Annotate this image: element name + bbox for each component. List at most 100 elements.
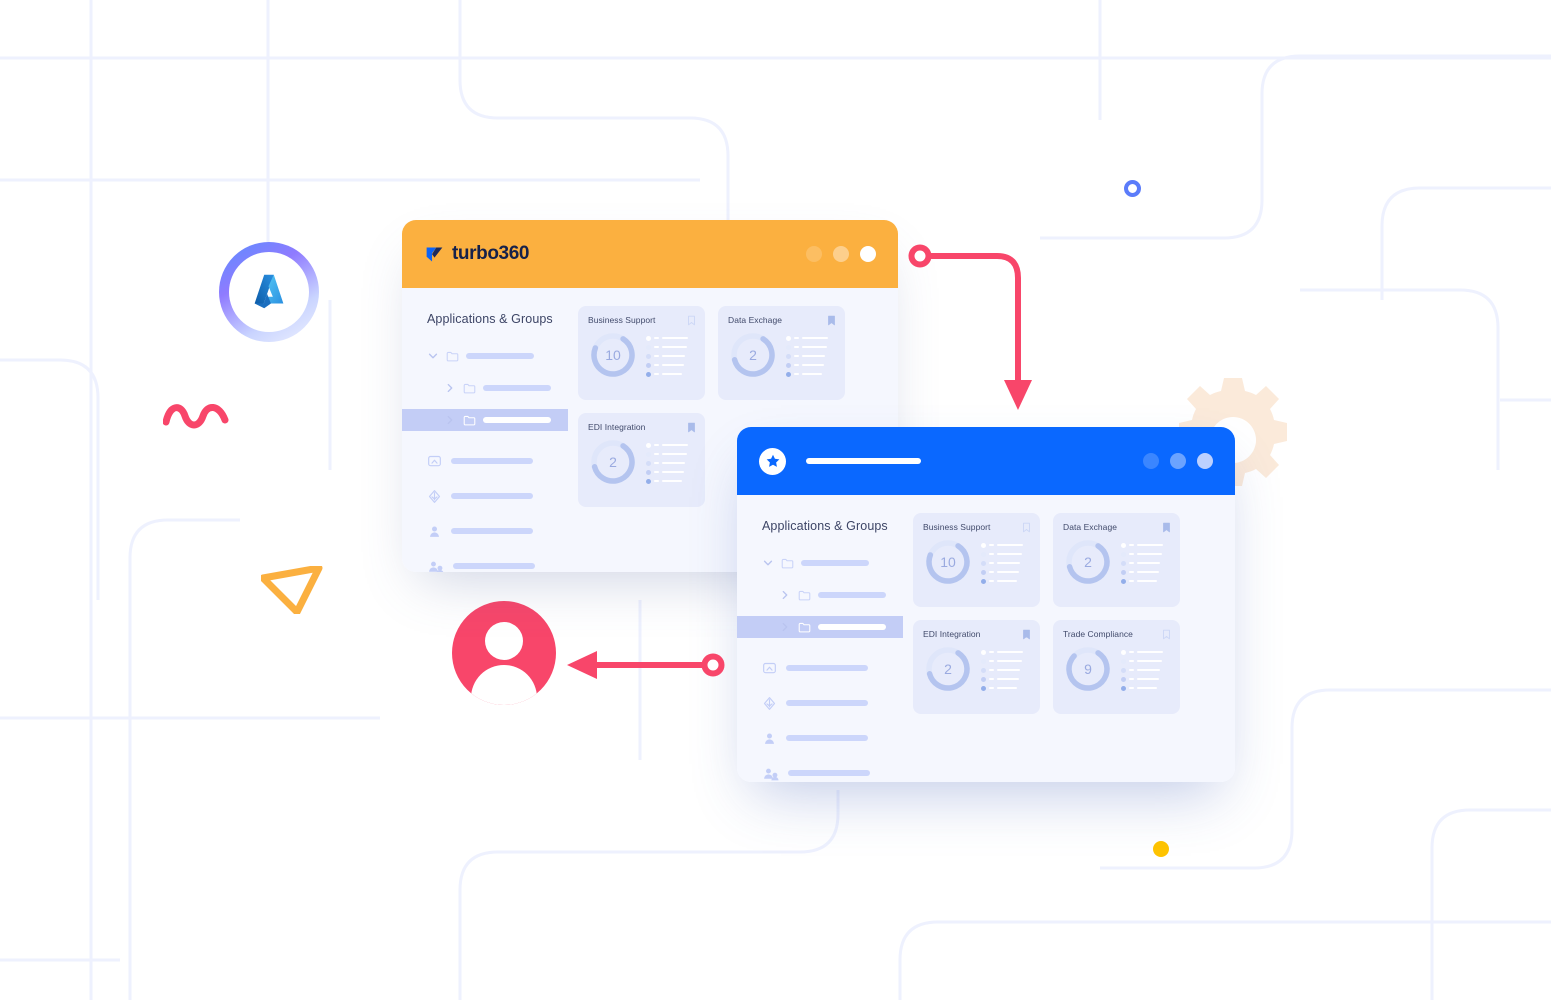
legend-dash	[1129, 571, 1134, 573]
app-card[interactable]: Business Support 10	[913, 513, 1040, 607]
monitor-icon[interactable]	[762, 661, 777, 676]
folder-icon[interactable]	[798, 589, 811, 602]
legend-dot	[981, 649, 986, 655]
bookmark-outline-icon[interactable]	[1022, 522, 1031, 533]
app-card[interactable]: EDI Integration 2	[913, 620, 1040, 714]
app-card[interactable]: EDI Integration 2	[578, 413, 705, 507]
sidebar-tree-item-active[interactable]	[402, 409, 568, 431]
window-dot-2[interactable]	[833, 246, 849, 262]
legend-dot	[981, 542, 986, 548]
connector-arrow-left	[567, 651, 725, 679]
legend-dot	[646, 442, 651, 448]
legend-row	[786, 362, 828, 368]
sidebar-item-monitor[interactable]	[402, 451, 568, 471]
legend-row	[1121, 569, 1163, 575]
sidebar-tree-item[interactable]	[737, 552, 903, 574]
window-dot-1[interactable]	[1143, 453, 1159, 469]
app-card[interactable]: Data Exchage 2	[718, 306, 845, 400]
chevron-down-icon[interactable]	[762, 557, 774, 569]
app-card[interactable]: Data Exchage 2	[1053, 513, 1180, 607]
tree-item-label-stub	[818, 624, 886, 630]
card-bookmark-button[interactable]	[1022, 629, 1031, 640]
legend-bar	[662, 470, 684, 474]
sidebar-tree-item-active[interactable]	[737, 616, 903, 638]
app-card[interactable]: Business Support 10	[578, 306, 705, 400]
legend-row	[786, 344, 828, 350]
card-bookmark-button[interactable]	[687, 422, 696, 433]
sidebar-item-user-group[interactable]	[737, 763, 903, 782]
window-controls[interactable]	[806, 246, 876, 262]
user-icon[interactable]	[427, 524, 442, 539]
folder-icon[interactable]	[781, 557, 794, 570]
sidebar-tree-item[interactable]	[402, 345, 568, 367]
legend-dot	[981, 685, 986, 691]
legend-bar	[1137, 686, 1157, 690]
window-controls[interactable]	[1143, 453, 1213, 469]
sidebar-item-azure-diamond[interactable]	[402, 486, 568, 506]
user-group-icon[interactable]	[427, 559, 444, 573]
user-icon[interactable]	[762, 731, 777, 746]
bookmark-filled-icon[interactable]	[1162, 522, 1171, 533]
sidebar-tree-item[interactable]	[402, 377, 568, 399]
card-donut: 9	[1063, 644, 1113, 694]
bookmark-outline-icon[interactable]	[687, 315, 696, 326]
legend-bar	[802, 372, 822, 376]
legend-row	[646, 451, 688, 457]
card-donut: 2	[923, 644, 973, 694]
user-group-icon[interactable]	[762, 766, 779, 781]
bookmark-filled-icon[interactable]	[687, 422, 696, 433]
card-title: EDI Integration	[588, 422, 646, 432]
sidebar-item-monitor[interactable]	[737, 658, 903, 678]
chevron-right-icon[interactable]	[444, 382, 456, 394]
folder-icon[interactable]	[798, 621, 811, 634]
folder-icon[interactable]	[446, 350, 459, 363]
legend-dash	[989, 544, 994, 546]
card-header: Data Exchage	[728, 315, 836, 326]
folder-icon[interactable]	[463, 414, 476, 427]
card-bookmark-button[interactable]	[1162, 522, 1171, 533]
window-dot-3[interactable]	[1197, 453, 1213, 469]
legend-dash	[794, 355, 799, 357]
sidebar-item-azure-diamond[interactable]	[737, 693, 903, 713]
card-bookmark-button[interactable]	[827, 315, 836, 326]
legend-dash	[794, 373, 799, 375]
legend-row	[646, 442, 688, 448]
legend-dash	[1129, 669, 1134, 671]
legend-dash	[989, 580, 994, 582]
bookmark-filled-icon[interactable]	[827, 315, 836, 326]
card-donut: 2	[1063, 537, 1113, 587]
folder-icon[interactable]	[463, 382, 476, 395]
card-bookmark-button[interactable]	[1162, 629, 1171, 640]
legend-dot	[981, 569, 986, 575]
legend-dot	[786, 362, 791, 368]
sidebar-item-user[interactable]	[737, 728, 903, 748]
bookmark-filled-icon[interactable]	[1022, 629, 1031, 640]
azure-diamond-icon[interactable]	[762, 696, 777, 711]
card-header: EDI Integration	[923, 629, 1031, 640]
chevron-down-icon[interactable]	[427, 350, 439, 362]
card-value: 2	[609, 454, 617, 470]
chevron-right-icon[interactable]	[779, 621, 791, 633]
monitor-icon[interactable]	[427, 454, 442, 469]
window-dot-2[interactable]	[1170, 453, 1186, 469]
app-card[interactable]: Trade Compliance 9	[1053, 620, 1180, 714]
sidebar-tree-item[interactable]	[737, 584, 903, 606]
sidebar-item-user[interactable]	[402, 521, 568, 541]
bookmark-outline-icon[interactable]	[1162, 629, 1171, 640]
card-bookmark-button[interactable]	[1022, 522, 1031, 533]
sidebar-item-label-stub	[451, 458, 533, 464]
sidebar-item-user-group[interactable]	[402, 556, 568, 572]
orange-window-titlebar: turbo360	[402, 220, 898, 288]
chevron-right-icon[interactable]	[779, 589, 791, 601]
chevron-right-icon[interactable]	[444, 414, 456, 426]
azure-diamond-icon[interactable]	[427, 489, 442, 504]
window-dot-1[interactable]	[806, 246, 822, 262]
legend-dot	[1121, 658, 1126, 664]
card-value: 10	[605, 347, 621, 363]
legend-dot	[786, 335, 791, 341]
legend-bar	[997, 659, 1022, 663]
legend-dot	[1121, 667, 1126, 673]
window-dot-3[interactable]	[860, 246, 876, 262]
tree-item-label-stub	[483, 417, 551, 423]
card-bookmark-button[interactable]	[687, 315, 696, 326]
